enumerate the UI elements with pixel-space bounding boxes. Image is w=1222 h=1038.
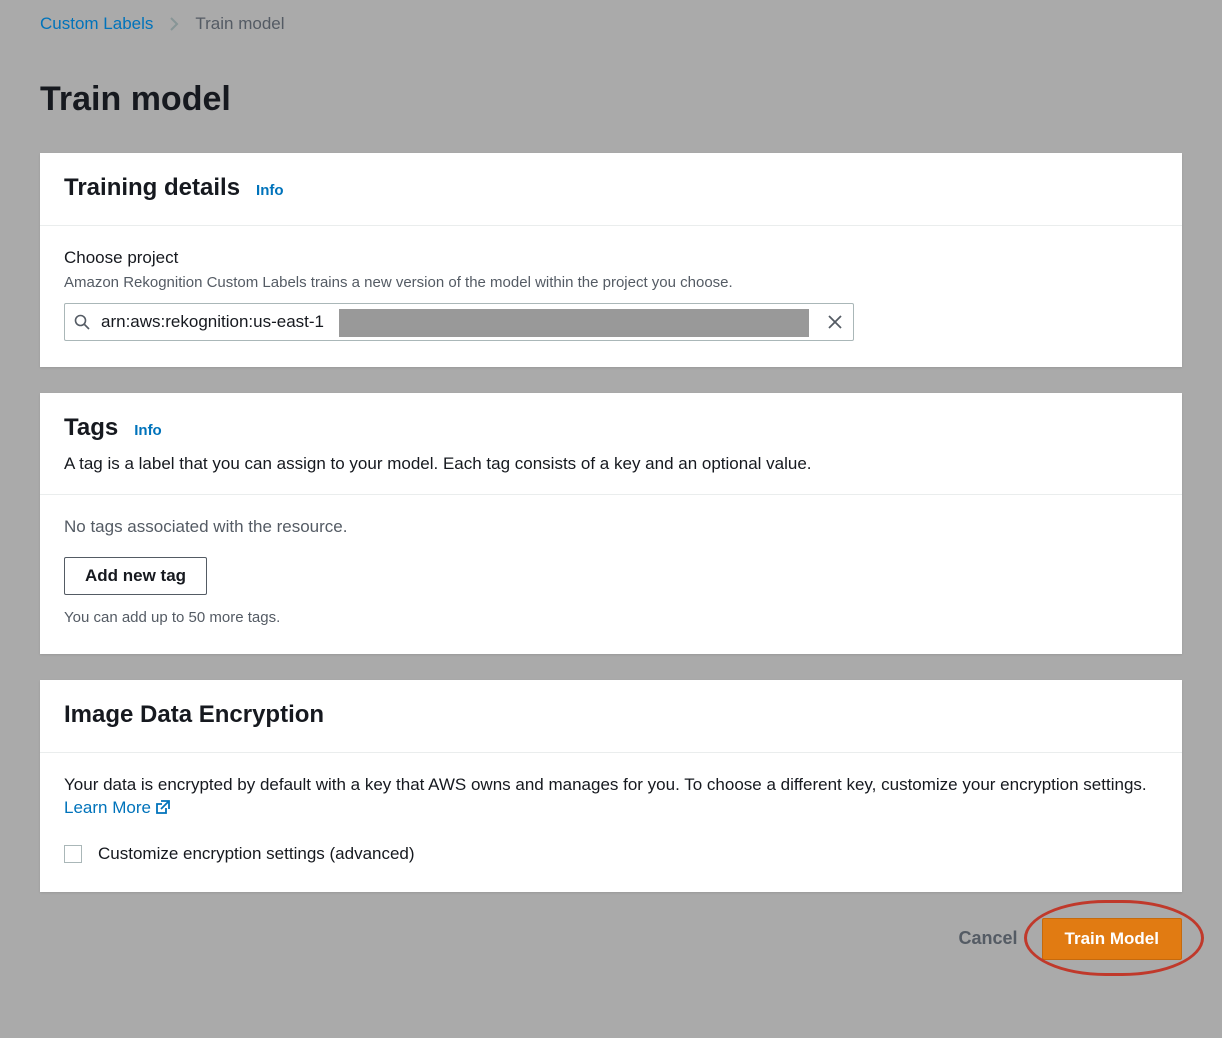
encryption-card: Image Data Encryption Your data is encry… (40, 680, 1182, 892)
page-title: Train model (40, 50, 1182, 154)
add-new-tag-button[interactable]: Add new tag (64, 557, 207, 595)
choose-project-label: Choose project (64, 246, 1158, 270)
encryption-title: Image Data Encryption (64, 698, 324, 732)
train-model-button[interactable]: Train Model (1042, 918, 1182, 960)
breadcrumb: Custom Labels Train model (0, 0, 1222, 50)
training-details-info-link[interactable]: Info (256, 180, 284, 201)
breadcrumb-current: Train model (195, 12, 284, 36)
learn-more-link[interactable]: Learn More (64, 798, 171, 817)
project-select[interactable]: arn:aws:rekognition:us-east-1 (64, 303, 854, 341)
tags-info-link[interactable]: Info (134, 420, 162, 441)
encryption-desc-text: Your data is encrypted by default with a… (64, 775, 1147, 794)
project-arn-value: arn:aws:rekognition:us-east-1 (99, 310, 324, 334)
choose-project-desc: Amazon Rekognition Custom Labels trains … (64, 272, 1158, 293)
form-actions: Cancel Train Model (40, 918, 1182, 960)
cancel-button[interactable]: Cancel (939, 918, 1038, 959)
customize-encryption-label[interactable]: Customize encryption settings (advanced) (98, 842, 415, 866)
chevron-right-icon (169, 17, 179, 31)
encryption-desc: Your data is encrypted by default with a… (64, 773, 1158, 821)
tags-hint: You can add up to 50 more tags. (64, 607, 1158, 628)
tags-card: Tags Info A tag is a label that you can … (40, 393, 1182, 654)
tags-empty-text: No tags associated with the resource. (64, 515, 1158, 539)
clear-icon[interactable] (817, 304, 853, 340)
tags-desc: A tag is a label that you can assign to … (40, 452, 1182, 495)
breadcrumb-root-link[interactable]: Custom Labels (40, 12, 153, 36)
external-link-icon (155, 798, 171, 817)
customize-encryption-checkbox[interactable] (64, 845, 82, 863)
redacted-block (339, 309, 809, 337)
learn-more-text: Learn More (64, 798, 151, 817)
search-icon (65, 314, 99, 330)
training-details-card: Training details Info Choose project Ama… (40, 153, 1182, 366)
tags-title: Tags (64, 411, 118, 445)
training-details-title: Training details (64, 171, 240, 205)
